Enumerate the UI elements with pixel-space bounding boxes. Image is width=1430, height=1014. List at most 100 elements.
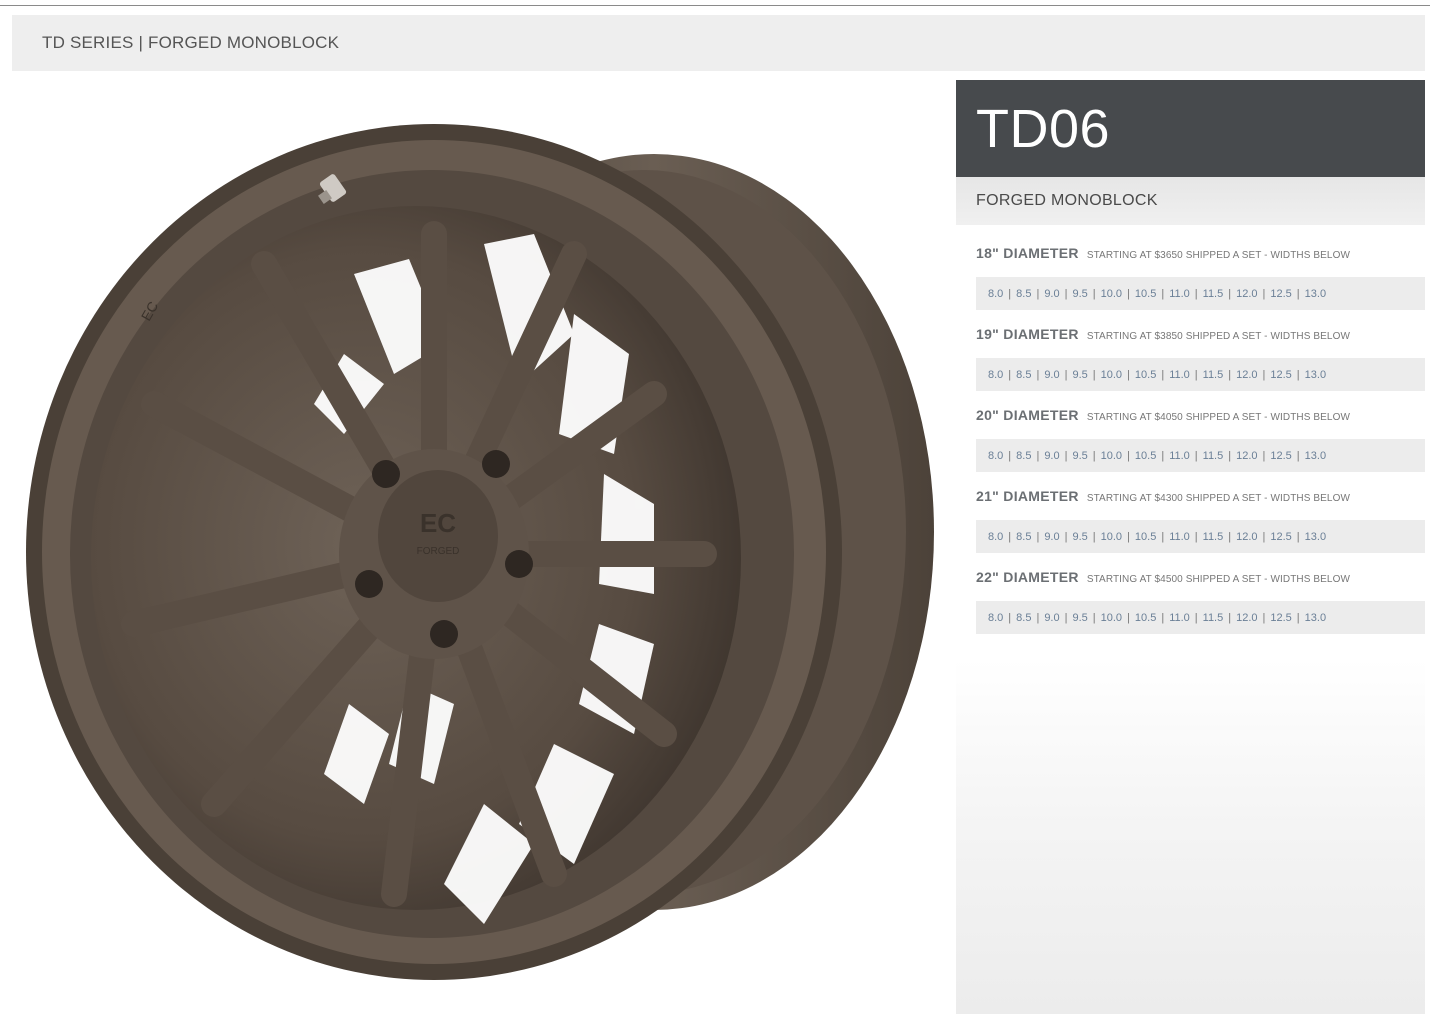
product-subtitle-bar: FORGED MONOBLOCK — [956, 177, 1425, 225]
width-link[interactable]: 8.0 — [988, 531, 1003, 543]
width-separator: | — [1161, 611, 1165, 624]
width-link[interactable]: 9.0 — [1044, 369, 1059, 381]
width-separator: | — [1296, 287, 1300, 300]
width-link[interactable]: 9.5 — [1072, 369, 1087, 381]
width-link[interactable]: 12.0 — [1236, 531, 1257, 543]
width-link[interactable]: 8.5 — [1016, 531, 1031, 543]
width-link[interactable]: 10.0 — [1101, 369, 1122, 381]
width-link[interactable]: 10.0 — [1101, 450, 1122, 462]
width-link[interactable]: 12.5 — [1270, 531, 1291, 543]
width-separator: | — [1228, 611, 1232, 624]
width-link[interactable]: 8.0 — [988, 450, 1003, 462]
width-separator: | — [1262, 530, 1266, 543]
size-diameter: 21" DIAMETER — [976, 488, 1079, 504]
width-link[interactable]: 10.0 — [1101, 288, 1122, 300]
size-diameter: 18" DIAMETER — [976, 245, 1079, 261]
width-link[interactable]: 11.0 — [1169, 450, 1190, 462]
width-separator: | — [1092, 530, 1096, 543]
width-link[interactable]: 13.0 — [1305, 531, 1326, 543]
width-separator: | — [1296, 449, 1300, 462]
width-link[interactable]: 10.0 — [1101, 612, 1122, 624]
width-link[interactable]: 11.5 — [1203, 369, 1224, 381]
width-link[interactable]: 8.5 — [1016, 612, 1031, 624]
width-list: 8.0 | 8.5 | 9.0 | 9.5 | 10.0 | 10.5 | 11.0 | 11.5 | 12.0… — [976, 601, 1425, 634]
size-19: 19" DIAMETER STARTING AT $3850 SHIPPED A… — [976, 326, 1425, 391]
width-link[interactable]: 8.5 — [1016, 369, 1031, 381]
width-separator: | — [1194, 611, 1198, 624]
width-link[interactable]: 10.5 — [1135, 531, 1156, 543]
width-link[interactable]: 10.0 — [1101, 531, 1122, 543]
width-link[interactable]: 9.0 — [1044, 288, 1059, 300]
width-separator: | — [1262, 611, 1266, 624]
width-link[interactable]: 9.0 — [1044, 531, 1059, 543]
width-separator: | — [1262, 449, 1266, 462]
width-separator: | — [1161, 368, 1165, 381]
width-link[interactable]: 9.0 — [1044, 450, 1059, 462]
width-link[interactable]: 13.0 — [1305, 369, 1326, 381]
width-separator: | — [1036, 368, 1040, 381]
wheel-illustration: EC FORGED EC — [26, 124, 934, 980]
width-separator: | — [1008, 287, 1012, 300]
width-separator: | — [1092, 287, 1096, 300]
width-separator: | — [1092, 449, 1096, 462]
width-list: 8.0 | 8.5 | 9.0 | 9.5 | 10.0 | 10.5 | 11.0 | 11.5 | 12.0… — [976, 520, 1425, 553]
width-link[interactable]: 9.5 — [1072, 450, 1087, 462]
width-separator: | — [1064, 530, 1068, 543]
width-link[interactable]: 11.0 — [1169, 369, 1190, 381]
size-price-note: STARTING AT $4050 SHIPPED A SET - WIDTHS… — [1086, 412, 1351, 423]
width-link[interactable]: 13.0 — [1305, 450, 1326, 462]
width-separator: | — [1262, 368, 1266, 381]
product-model: TD06 — [976, 98, 1111, 159]
width-link[interactable]: 12.5 — [1270, 612, 1291, 624]
width-link[interactable]: 11.5 — [1203, 612, 1224, 624]
top-divider — [0, 5, 1430, 6]
width-link[interactable]: 10.5 — [1135, 369, 1156, 381]
size-diameter: 22" DIAMETER — [976, 569, 1079, 585]
width-link[interactable]: 11.5 — [1203, 288, 1224, 300]
width-separator: | — [1092, 368, 1096, 381]
width-separator: | — [1008, 611, 1012, 624]
width-separator: | — [1194, 287, 1198, 300]
width-link[interactable]: 9.0 — [1044, 612, 1059, 624]
width-link[interactable]: 8.5 — [1016, 450, 1031, 462]
width-link[interactable]: 8.0 — [988, 288, 1003, 300]
width-separator: | — [1008, 449, 1012, 462]
width-separator: | — [1228, 449, 1232, 462]
width-link[interactable]: 10.5 — [1135, 612, 1156, 624]
width-separator: | — [1127, 368, 1130, 381]
width-link[interactable]: 8.5 — [1016, 288, 1031, 300]
width-link[interactable]: 12.0 — [1236, 369, 1257, 381]
width-link[interactable]: 8.0 — [988, 612, 1003, 624]
width-link[interactable]: 11.5 — [1203, 531, 1224, 543]
width-list: 8.0 | 8.5 | 9.0 | 9.5 | 10.0 | 10.5 | 11.0 | 11.5 | 12.0… — [976, 358, 1425, 391]
width-link[interactable]: 12.0 — [1236, 288, 1257, 300]
width-link[interactable]: 11.0 — [1169, 288, 1190, 300]
size-22: 22" DIAMETER STARTING AT $4500 SHIPPED A… — [976, 569, 1425, 634]
width-link[interactable]: 12.5 — [1270, 450, 1291, 462]
breadcrumb: TD SERIES | FORGED MONOBLOCK — [42, 33, 340, 52]
width-separator: | — [1092, 611, 1096, 624]
width-link[interactable]: 11.0 — [1169, 531, 1190, 543]
width-link[interactable]: 11.0 — [1169, 612, 1190, 624]
width-separator: | — [1036, 611, 1040, 624]
size-diameter: 19" DIAMETER — [976, 326, 1079, 342]
width-link[interactable]: 9.5 — [1072, 288, 1087, 300]
width-link[interactable]: 9.5 — [1072, 531, 1087, 543]
width-link[interactable]: 9.5 — [1072, 612, 1087, 624]
width-link[interactable]: 11.5 — [1203, 450, 1224, 462]
width-link[interactable]: 12.5 — [1270, 369, 1291, 381]
width-link[interactable]: 10.5 — [1135, 450, 1156, 462]
width-list: 8.0 | 8.5 | 9.0 | 9.5 | 10.0 | 10.5 | 11.0 | 11.5 | 12.0… — [976, 439, 1425, 472]
width-link[interactable]: 10.5 — [1135, 288, 1156, 300]
size-price-note: STARTING AT $3650 SHIPPED A SET - WIDTHS… — [1086, 250, 1351, 261]
width-link[interactable]: 12.0 — [1236, 612, 1257, 624]
size-18: 18" DIAMETER STARTING AT $3650 SHIPPED A… — [976, 245, 1425, 310]
width-link[interactable]: 12.0 — [1236, 450, 1257, 462]
product-title-bar: TD06 — [956, 80, 1425, 177]
cap-logo-sub: FORGED — [417, 546, 460, 557]
size-price-note: STARTING AT $4500 SHIPPED A SET - WIDTHS… — [1086, 574, 1351, 585]
width-link[interactable]: 13.0 — [1305, 288, 1326, 300]
width-link[interactable]: 13.0 — [1305, 612, 1326, 624]
width-link[interactable]: 12.5 — [1270, 288, 1291, 300]
width-link[interactable]: 8.0 — [988, 369, 1003, 381]
